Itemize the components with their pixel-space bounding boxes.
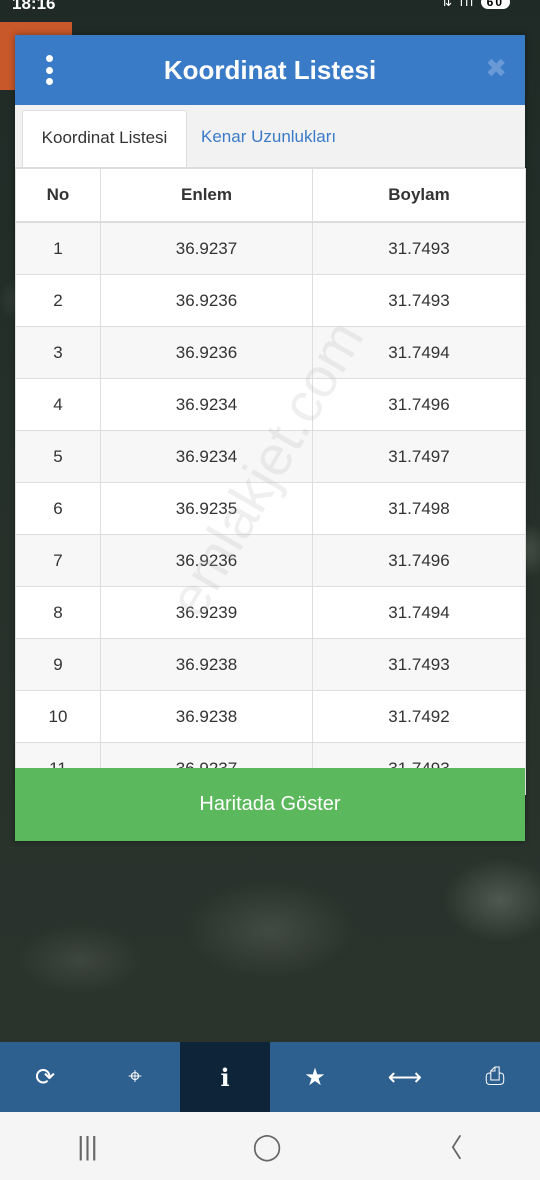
cell-latitude: 36.9237 — [100, 221, 313, 275]
cell-latitude: 36.9236 — [100, 326, 313, 379]
header-longitude: Boylam — [312, 168, 526, 223]
refresh-icon[interactable]: ⟳ — [0, 1042, 90, 1112]
status-icons: ⇅ ıll 60 — [441, 0, 510, 10]
cell-longitude: 31.7493 — [312, 274, 526, 327]
table-row: 8 36.9239 31.7494 — [15, 586, 526, 639]
arrows-horizontal-icon[interactable]: ⟷ — [360, 1042, 450, 1112]
cell-longitude: 31.7498 — [312, 482, 526, 535]
cell-longitude: 31.7494 — [312, 326, 526, 379]
cell-longitude: 31.7496 — [312, 534, 526, 587]
table-row: 6 36.9235 31.7498 — [15, 482, 526, 535]
cell-no: 1 — [15, 221, 101, 275]
cell-longitude: 31.7493 — [312, 221, 526, 275]
cell-no: 6 — [15, 482, 101, 535]
header-latitude: Enlem — [100, 168, 313, 223]
signal-icon: ⇅ ıll — [441, 0, 476, 9]
cell-longitude: 31.7494 — [312, 586, 526, 639]
cell-latitude: 36.9239 — [100, 586, 313, 639]
tab-coordinate-list[interactable]: Koordinat Listesi — [22, 110, 187, 167]
table-row: 3 36.9236 31.7494 — [15, 326, 526, 379]
cell-no: 9 — [15, 638, 101, 691]
table-row: 10 36.9238 31.7492 — [15, 690, 526, 743]
cell-no: 2 — [15, 274, 101, 327]
cell-no: 8 — [15, 586, 101, 639]
system-nav-bar: ||| ◯ 〈 — [0, 1112, 540, 1180]
home-icon[interactable]: ◯ — [253, 1131, 282, 1162]
coordinate-list-modal: Koordinat Listesi ✖ Koordinat Listesi Ke… — [15, 35, 526, 841]
table-row: 1 36.9237 31.7493 — [15, 221, 526, 275]
cell-no: 3 — [15, 326, 101, 379]
modal-header: Koordinat Listesi ✖ — [15, 35, 525, 105]
star-icon[interactable]: ★ — [270, 1042, 360, 1112]
cell-longitude: 31.7492 — [312, 690, 526, 743]
coordinate-table: No Enlem Boylam 1 36.9237 31.7493 2 36.9… — [15, 168, 526, 795]
table-header-row: No Enlem Boylam — [15, 168, 526, 223]
cell-latitude: 36.9234 — [100, 430, 313, 483]
status-time: 18:16 — [12, 0, 56, 13]
cell-latitude: 36.9235 — [100, 482, 313, 535]
status-bar: 18:16 ⇅ ıll 60 — [0, 0, 540, 18]
info-icon[interactable]: i — [180, 1042, 270, 1112]
cell-longitude: 31.7496 — [312, 378, 526, 431]
crosshair-icon[interactable]: ⌖ — [90, 1042, 180, 1112]
table-row: 2 36.9236 31.7493 — [15, 274, 526, 327]
bottom-toolbar: ⟳ ⌖ i ★ ⟷ ⎙ — [0, 1042, 540, 1112]
back-icon[interactable]: 〈 — [437, 1128, 463, 1165]
cell-longitude: 31.7493 — [312, 638, 526, 691]
cell-latitude: 36.9236 — [100, 534, 313, 587]
cell-longitude: 31.7497 — [312, 430, 526, 483]
battery-icon: 60 — [480, 0, 510, 9]
header-no: No — [15, 168, 101, 223]
tab-bar: Koordinat Listesi Kenar Uzunlukları — [15, 105, 525, 168]
cell-latitude: 36.9236 — [100, 274, 313, 327]
table-row: 5 36.9234 31.7497 — [15, 430, 526, 483]
cell-latitude: 36.9234 — [100, 378, 313, 431]
cell-no: 4 — [15, 378, 101, 431]
cell-no: 7 — [15, 534, 101, 587]
table-row: 4 36.9234 31.7496 — [15, 378, 526, 431]
table-row: 7 36.9236 31.7496 — [15, 534, 526, 587]
modal-title: Koordinat Listesi — [163, 55, 377, 85]
close-icon[interactable]: ✖ — [485, 53, 507, 84]
tab-edge-lengths[interactable]: Kenar Uzunlukları — [201, 110, 336, 166]
cell-latitude: 36.9238 — [100, 690, 313, 743]
cell-no: 10 — [15, 690, 101, 743]
show-on-map-button[interactable]: Haritada Göster — [15, 768, 525, 841]
cell-no: 5 — [15, 430, 101, 483]
table-row: 9 36.9238 31.7493 — [15, 638, 526, 691]
print-icon[interactable]: ⎙ — [450, 1042, 540, 1112]
cell-latitude: 36.9238 — [100, 638, 313, 691]
recent-apps-icon[interactable]: ||| — [77, 1131, 97, 1162]
